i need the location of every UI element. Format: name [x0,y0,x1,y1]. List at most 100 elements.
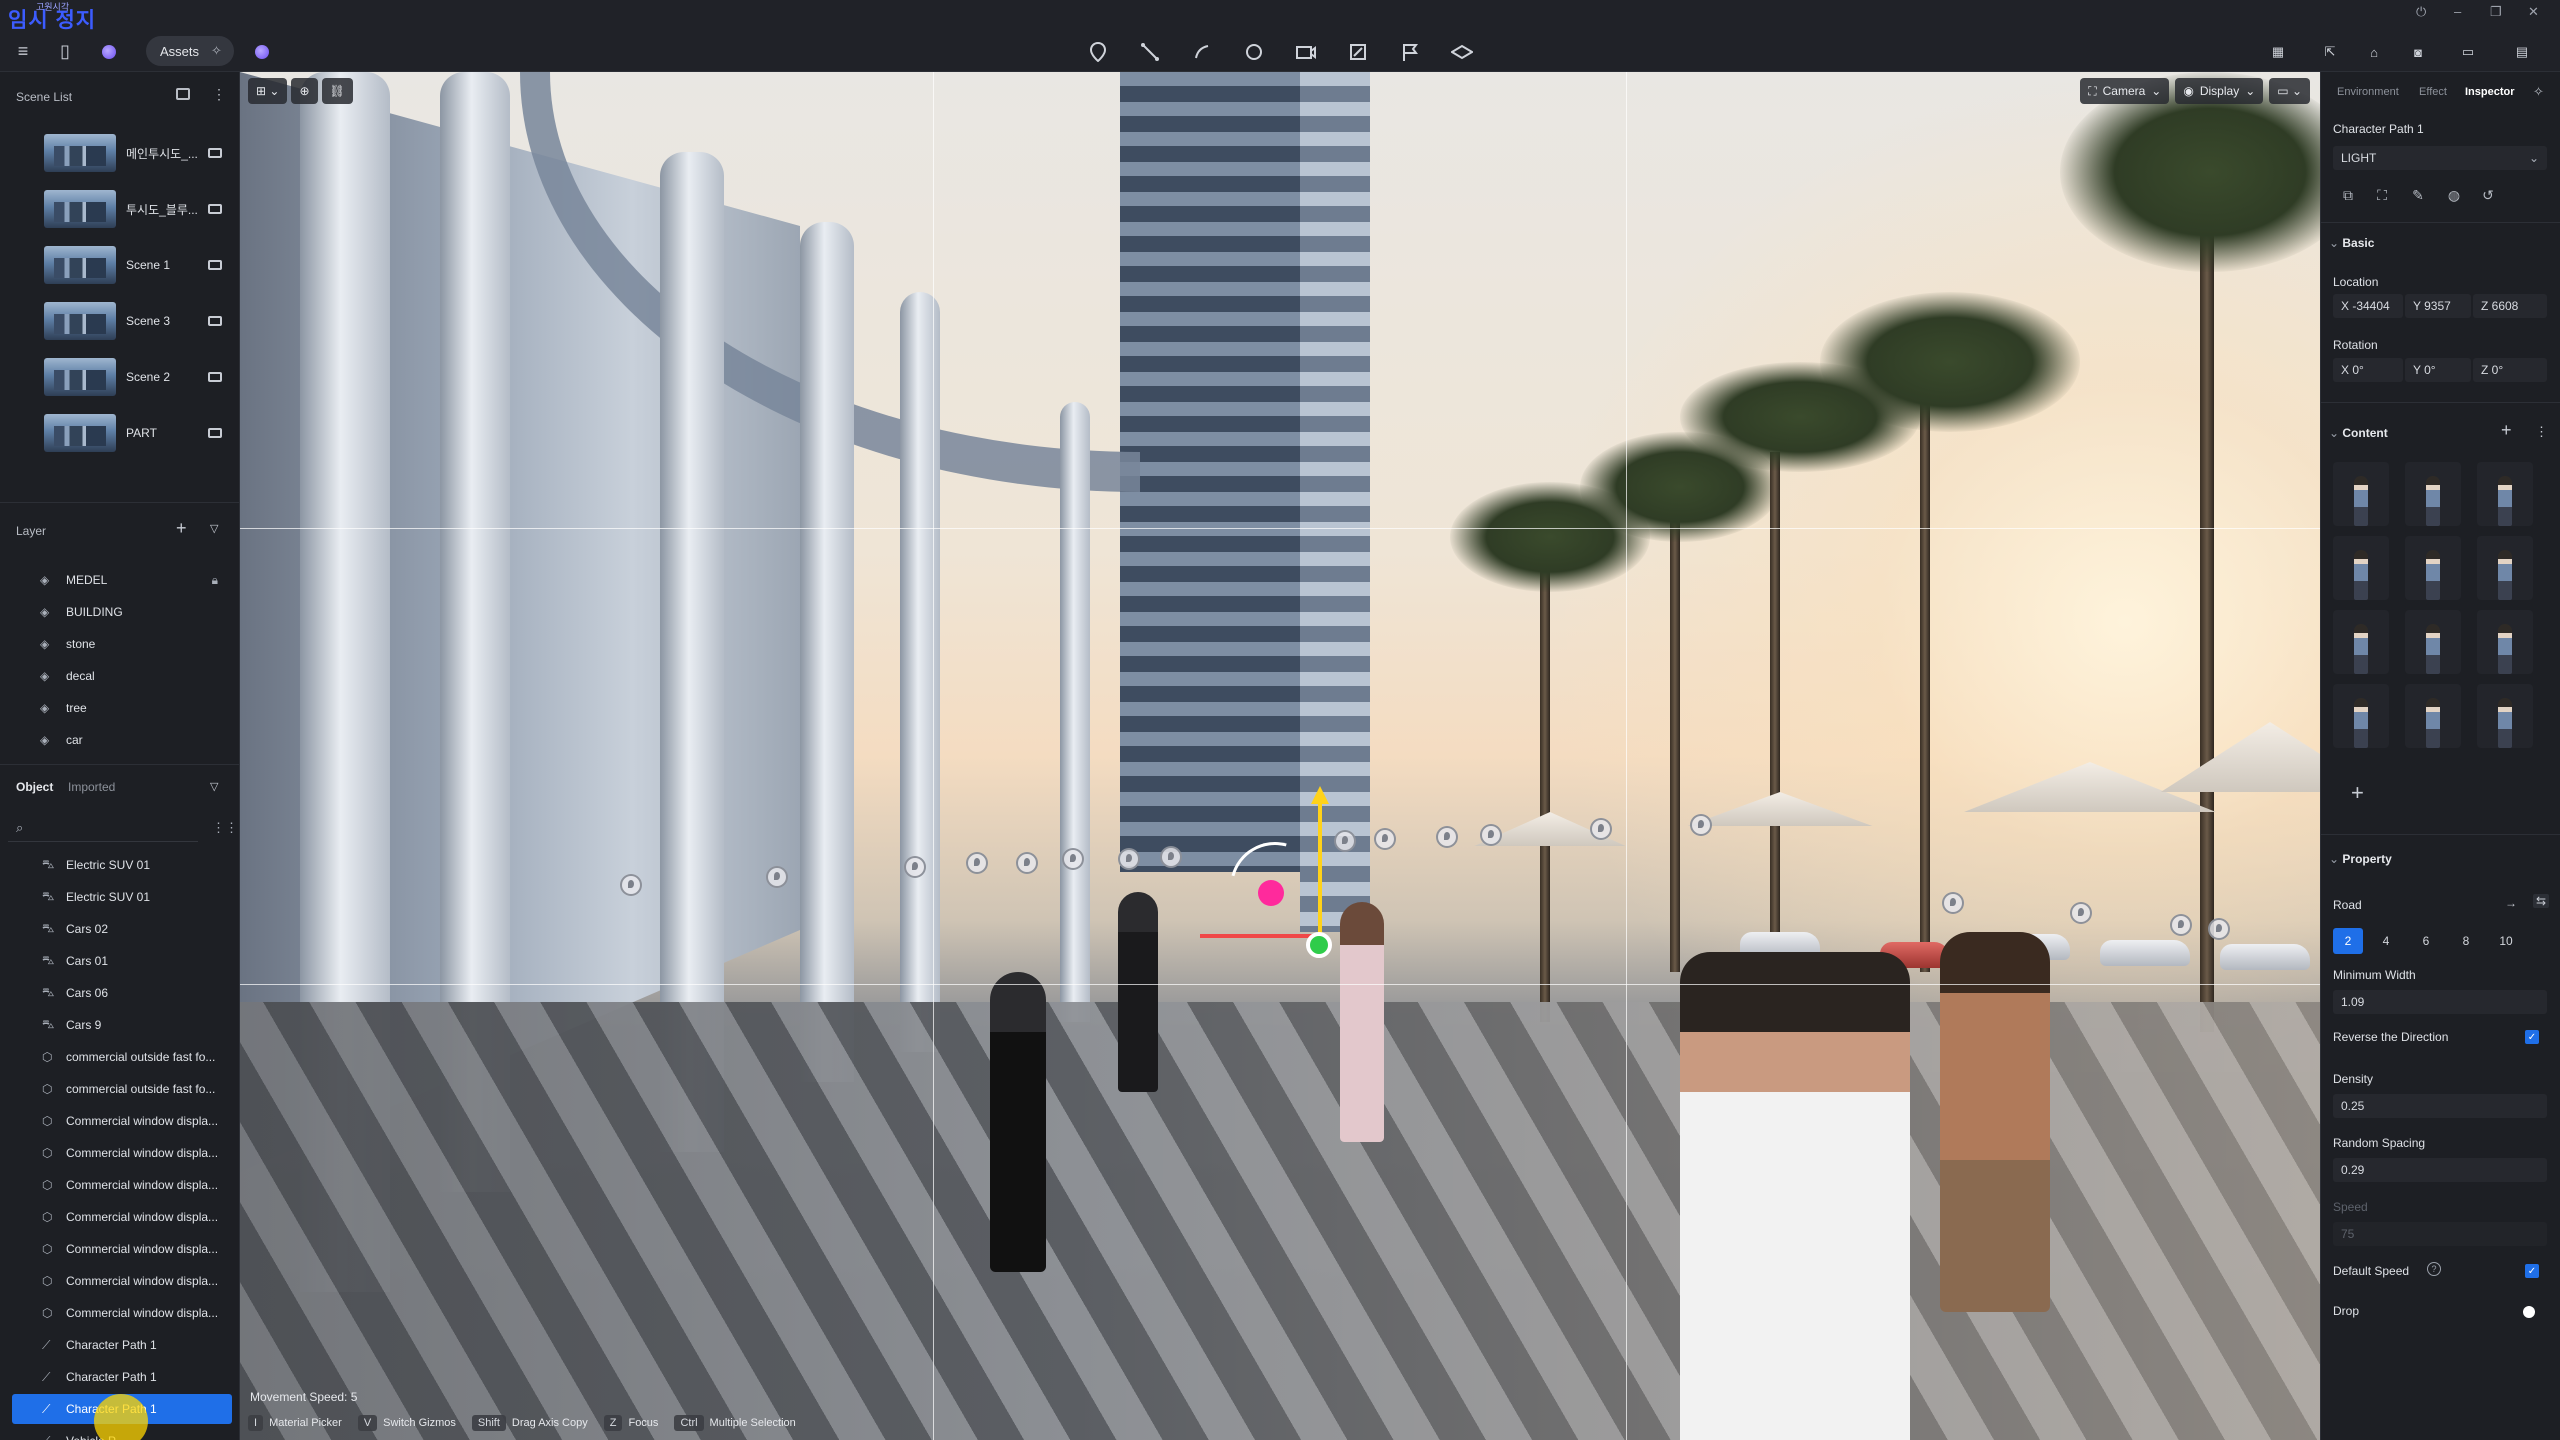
scene-preview-icon[interactable] [176,88,190,100]
path-waypoint-icon[interactable] [1436,826,1458,848]
character-thumbnail[interactable] [2405,684,2461,748]
link-icon[interactable]: ⛓ [321,78,353,104]
object-list-item[interactable]: ⬡ commercial outside fast fo... [42,1042,232,1072]
scene-item[interactable]: Scene 2 [44,356,234,398]
reset-icon[interactable]: ↺ [2477,184,2499,206]
file-icon[interactable]: ▯ [52,38,78,64]
rotation-y-field[interactable]: Y 0° [2405,358,2471,382]
flag-tool-icon[interactable] [1396,38,1424,66]
menu-icon[interactable]: ≡ [10,38,36,64]
ai-orb-icon[interactable] [102,45,116,59]
object-list-item[interactable]: ⛍ Cars 9 [42,1010,232,1040]
tab-inspector[interactable]: Inspector [2465,86,2515,98]
view-mode-button[interactable]: ⊞ ⌄ [248,78,288,104]
copy-icon[interactable]: ⧉ [2337,184,2359,206]
focus-icon[interactable]: ⛶ [2371,184,2393,206]
character-thumbnail[interactable] [2477,462,2533,526]
more-options-icon[interactable]: ⋮ [2535,424,2548,440]
random-spacing-field[interactable]: 0.29 [2333,1158,2547,1182]
lock-icon[interactable]: 🔒︎ [212,573,218,588]
path-waypoint-icon[interactable] [620,874,642,896]
material-icon[interactable]: ◍ [2443,184,2465,206]
location-pin-tool-icon[interactable] [1084,38,1112,66]
object-list-item[interactable]: ⬡ Commercial window displa... [42,1234,232,1264]
display-dropdown[interactable]: ◉ Display ⌄ [2175,78,2264,104]
rotation-x-field[interactable]: X 0° [2333,358,2403,382]
basic-section-title[interactable]: Basic [2329,236,2374,250]
close-icon[interactable]: ✕ [2528,4,2539,20]
layer-item[interactable]: ◈ MEDEL 🔒︎ [40,566,230,594]
object-list-item[interactable]: ⛍ Cars 06 [42,978,232,1008]
gizmo-center-handle[interactable] [1306,932,1332,958]
layer-item[interactable]: ◈ stone [40,630,230,658]
object-list-item[interactable]: ⬡ Commercial window displa... [42,1298,232,1328]
rotate-tool-icon[interactable] [1240,38,1268,66]
grid-view-icon[interactable]: ▦ [2264,38,2292,66]
export-icon[interactable]: ⇱ [2316,38,2344,66]
camera-icon[interactable] [208,372,222,382]
panel-toggle-icon[interactable]: ▤ [2508,38,2536,66]
path-waypoint-icon[interactable] [1160,846,1182,868]
road-option-8[interactable]: 8 [2451,928,2481,954]
add-content-icon[interactable]: + [2501,420,2512,441]
object-list-item[interactable]: ⬡ commercial outside fast fo... [42,1074,232,1104]
road-option-2[interactable]: 2 [2333,928,2363,954]
path-waypoint-icon[interactable] [1016,852,1038,874]
character-thumbnail[interactable] [2405,462,2461,526]
reverse-direction-checkbox[interactable]: ✓ [2525,1030,2539,1044]
path-node-handle[interactable] [1258,880,1284,906]
path-waypoint-icon[interactable] [1118,848,1140,870]
location-x-field[interactable]: X -34404 [2333,294,2403,318]
path-tool-icon[interactable] [1136,38,1164,66]
path-waypoint-icon[interactable] [1480,824,1502,846]
path-waypoint-icon[interactable] [1942,892,1964,914]
tab-object[interactable]: Object [16,780,53,794]
video-icon[interactable]: ▭ [2454,38,2482,66]
path-waypoint-icon[interactable] [2208,918,2230,940]
y-axis-arrow[interactable] [1311,786,1329,804]
character-thumbnail[interactable] [2405,610,2461,674]
road-option-4[interactable]: 4 [2371,928,2401,954]
character-thumbnail[interactable] [2333,536,2389,600]
scene-item[interactable]: 투시도_블루... [44,188,234,230]
layer-item[interactable]: ◈ tree [40,694,230,722]
search-input[interactable]: ⌕ [8,816,198,842]
layer-item[interactable]: ◈ decal [40,662,230,690]
more-options-icon[interactable]: ⋮ [212,86,226,103]
object-list-item[interactable]: ⟋ Character Path 1 [42,1330,232,1360]
rotation-z-field[interactable]: Z 0° [2473,358,2547,382]
path-waypoint-icon[interactable] [966,852,988,874]
scene-item[interactable]: 메인투시도_... [44,132,234,174]
camera-tool-icon[interactable] [1292,38,1320,66]
arrow-right-icon[interactable]: → [2505,896,2517,910]
camera-dropdown[interactable]: ⛶ Camera ⌄ [2080,78,2170,104]
path-waypoint-icon[interactable] [2170,914,2192,936]
character-thumbnail[interactable] [2333,462,2389,526]
3d-viewport[interactable]: ⊞ ⌄ ⊕ ⛓ ⛶ Camera ⌄ ◉ Display ⌄ ▭ ⌄ Movem… [240,72,2320,1440]
camera-icon[interactable] [208,428,222,438]
assets-button[interactable]: Assets ✧ [146,36,234,66]
path-waypoint-icon[interactable] [904,856,926,878]
min-width-field[interactable]: 1.09 [2333,990,2547,1014]
location-z-field[interactable]: Z 6608 [2473,294,2547,318]
path-waypoint-icon[interactable] [1690,814,1712,836]
path-waypoint-icon[interactable] [1334,830,1356,852]
location-y-field[interactable]: Y 9357 [2405,294,2471,318]
scene-item[interactable]: Scene 3 [44,300,234,342]
brush-tool-icon[interactable] [1188,38,1216,66]
grid-view-icon[interactable]: ⋮⋮ [212,820,238,836]
camera-icon[interactable] [208,148,222,158]
object-list-item[interactable]: ⬡ Commercial window displa... [42,1106,232,1136]
path-waypoint-icon[interactable] [2070,902,2092,924]
ai-assistant-icon[interactable] [255,45,269,59]
screenshot-icon[interactable]: ◙ [2404,38,2432,66]
tab-environment[interactable]: Environment [2337,86,2399,98]
path-waypoint-icon[interactable] [1590,818,1612,840]
power-icon[interactable]: ⏻ [2416,4,2426,20]
maximize-icon[interactable]: ❐ [2490,4,2502,20]
object-list-item[interactable]: ⛍ Electric SUV 01 [42,850,232,880]
scene-item[interactable]: Scene 1 [44,244,234,286]
add-layer-icon[interactable]: + [176,518,187,539]
add-character-icon[interactable]: + [2351,780,2364,806]
property-section-title[interactable]: Property [2329,852,2391,866]
